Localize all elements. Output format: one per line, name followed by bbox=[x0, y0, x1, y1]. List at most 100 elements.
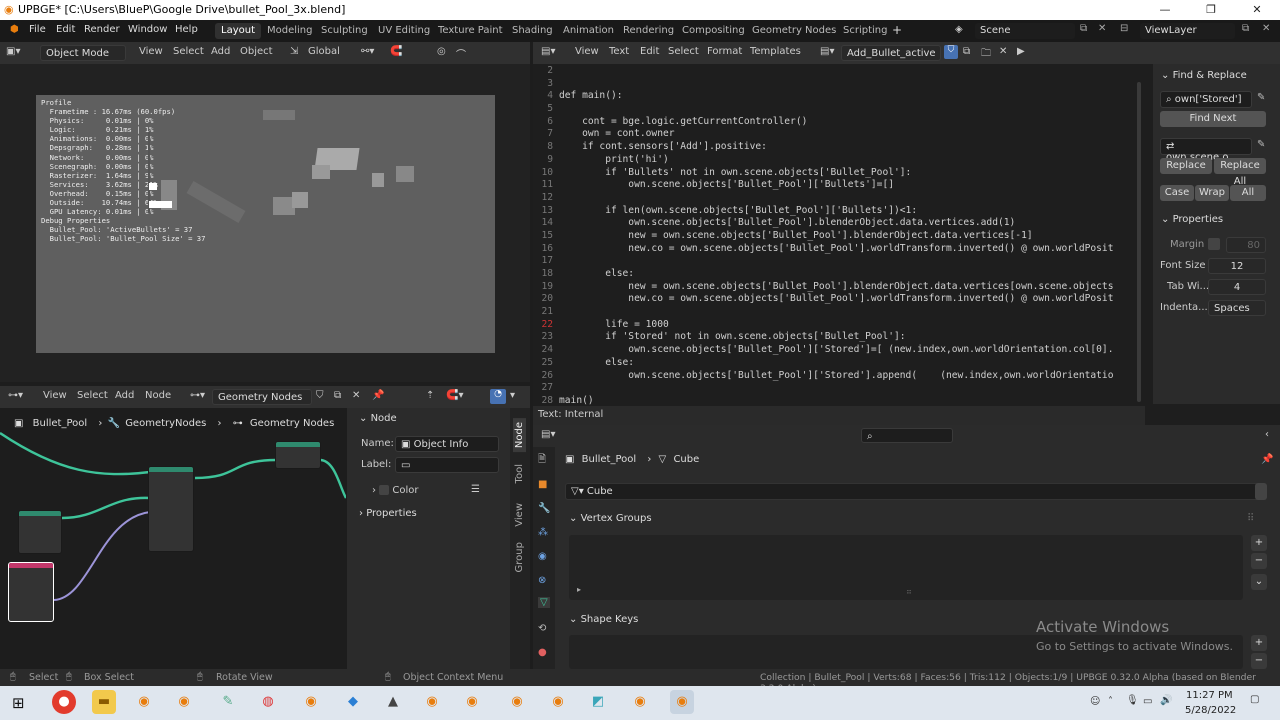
mesh-data-tab-icon[interactable]: ▽ bbox=[538, 597, 550, 608]
app-taskbar-icon[interactable]: ◆ bbox=[341, 690, 365, 714]
font-size-field[interactable]: 12 bbox=[1208, 258, 1266, 274]
scene-remove-icon[interactable]: ✕ bbox=[1098, 23, 1106, 34]
tab-view[interactable]: View bbox=[513, 499, 526, 531]
code-scrollbar[interactable] bbox=[1137, 82, 1141, 402]
replace-all-button[interactable]: Replace All bbox=[1214, 158, 1266, 187]
unlink-text-icon[interactable]: ✕ bbox=[999, 46, 1007, 57]
volume-icon[interactable]: 🔊 bbox=[1160, 695, 1172, 706]
open-text-icon[interactable]: 🗀 bbox=[981, 46, 991, 63]
editor-type-icon[interactable]: ▤▾ bbox=[541, 429, 555, 440]
color-subpanel[interactable]: › Color bbox=[372, 485, 418, 496]
tab-width-field[interactable]: 4 bbox=[1208, 279, 1266, 295]
tab-animation[interactable]: Animation bbox=[557, 23, 620, 39]
tab-layout[interactable]: Layout bbox=[215, 23, 261, 39]
replace-eyedropper-icon[interactable]: ✎ bbox=[1257, 139, 1265, 150]
tab-geometry-nodes[interactable]: Geometry Nodes bbox=[746, 23, 842, 39]
blender-taskbar-icon-active[interactable]: ◉ bbox=[670, 690, 694, 714]
node-menu-select[interactable]: Select bbox=[77, 390, 108, 401]
blender-taskbar-icon[interactable]: ◉ bbox=[460, 690, 484, 714]
falloff-icon[interactable]: ⌒ bbox=[456, 46, 466, 61]
node-snap-icon[interactable]: 🧲▾ bbox=[446, 390, 463, 401]
menu-window[interactable]: Window bbox=[128, 24, 167, 35]
object-tab-icon[interactable]: ■ bbox=[538, 479, 547, 490]
constraints-tab-icon[interactable]: ⊗ bbox=[538, 575, 546, 586]
tab-texture-paint[interactable]: Texture Paint bbox=[432, 23, 509, 39]
node-fake-user-icon[interactable]: ⛉ bbox=[316, 390, 324, 401]
node-name-field[interactable]: ▣ Object Info bbox=[395, 436, 499, 452]
transform-orientation-icon[interactable]: ⇲ bbox=[290, 46, 298, 57]
remove-shape-key-button[interactable]: − bbox=[1251, 653, 1267, 669]
snap-icon[interactable]: 🧲 bbox=[390, 46, 402, 57]
tab-node[interactable]: Node bbox=[513, 418, 526, 453]
network-icon[interactable]: ▭ bbox=[1143, 696, 1152, 707]
tab-tool[interactable]: Tool bbox=[513, 460, 526, 487]
pin-icon[interactable]: 📌 bbox=[372, 390, 384, 401]
editor-type-icon[interactable]: ⊶▾ bbox=[8, 390, 23, 401]
text-menu-view[interactable]: View bbox=[575, 46, 599, 57]
text-datablock-name[interactable]: Add_Bullet_active bbox=[841, 45, 941, 61]
text-menu-templates[interactable]: Templates bbox=[750, 46, 801, 57]
vertex-groups-panel-title[interactable]: ⌄ Vertex Groups bbox=[569, 513, 652, 524]
properties-search[interactable]: ⌕ bbox=[861, 428, 953, 443]
viewport-menu-select[interactable]: Select bbox=[173, 46, 204, 57]
game-render-view[interactable]: Profile Frametime : 16.67ms (60.0fps) Ph… bbox=[36, 95, 495, 353]
file-explorer-icon[interactable]: ▬ bbox=[92, 690, 116, 714]
margin-checkbox[interactable] bbox=[1208, 238, 1220, 250]
node-tree-name[interactable]: Geometry Nodes bbox=[212, 389, 312, 405]
scene-copy-icon[interactable]: ⧉ bbox=[1080, 23, 1087, 34]
list-expand-icon[interactable]: ▸ bbox=[577, 585, 581, 594]
tab-rendering[interactable]: Rendering bbox=[617, 23, 680, 39]
add-shape-key-button[interactable]: + bbox=[1251, 635, 1267, 651]
blender-taskbar-icon[interactable]: ◉ bbox=[420, 690, 444, 714]
node-menu-view[interactable]: View bbox=[43, 390, 67, 401]
mesh-browse-icon[interactable]: ▽▾ bbox=[571, 486, 587, 497]
view-layer-copy-icon[interactable]: ⧉ bbox=[1242, 23, 1249, 34]
tab-uv-editing[interactable]: UV Editing bbox=[372, 23, 436, 39]
wrap-around-toggle[interactable]: Wrap bbox=[1195, 185, 1229, 201]
fake-user-icon[interactable]: ⛉ bbox=[944, 45, 958, 59]
vertex-groups-list[interactable]: ▸ ⠶ bbox=[569, 535, 1243, 600]
microphone-icon[interactable]: 🎙 bbox=[1126, 695, 1139, 706]
blender-taskbar-icon[interactable]: ◉ bbox=[132, 690, 156, 714]
properties-subpanel[interactable]: › Properties bbox=[359, 508, 417, 519]
blender-taskbar-icon[interactable]: ◉ bbox=[546, 690, 570, 714]
viewport-menu-add[interactable]: Add bbox=[211, 46, 230, 57]
transform-node[interactable] bbox=[148, 466, 194, 552]
text-menu-format[interactable]: Format bbox=[707, 46, 742, 57]
object-info-node[interactable] bbox=[8, 562, 54, 622]
taskbar-app-icon[interactable]: ● bbox=[52, 690, 76, 714]
node-menu-add[interactable]: Add bbox=[115, 390, 134, 401]
match-case-toggle[interactable]: Case bbox=[1160, 185, 1194, 201]
overlays-dropdown-icon[interactable]: ▾ bbox=[510, 390, 515, 401]
tab-scripting[interactable]: Scripting bbox=[837, 23, 893, 39]
view-layer-remove-icon[interactable]: ✕ bbox=[1262, 23, 1270, 34]
blender-menu-icon[interactable]: ⬢ bbox=[10, 24, 19, 35]
pin-icon[interactable]: 📌 bbox=[1261, 454, 1273, 465]
add-workspace-button[interactable]: + bbox=[892, 23, 902, 37]
vertex-group-specials-button[interactable]: ⌄ bbox=[1251, 574, 1267, 590]
group-output-node[interactable] bbox=[275, 441, 321, 469]
indentation-dropdown[interactable]: Spaces bbox=[1208, 300, 1266, 316]
app-taskbar-icon[interactable]: ▲ bbox=[381, 690, 405, 714]
chrome-icon[interactable]: ◍ bbox=[256, 690, 280, 714]
text-menu-text[interactable]: Text bbox=[609, 46, 629, 57]
find-replace-panel-title[interactable]: ⌄ Find & Replace bbox=[1161, 70, 1247, 81]
panel-grip-icon[interactable]: ⠿ bbox=[1247, 513, 1254, 524]
node-label-field[interactable]: ▭ bbox=[395, 457, 499, 473]
add-vertex-group-button[interactable]: + bbox=[1251, 535, 1267, 551]
overlays-icon[interactable]: ◔ bbox=[490, 389, 506, 404]
find-next-button[interactable]: Find Next bbox=[1160, 111, 1266, 127]
node-unlink-icon[interactable]: ✕ bbox=[352, 390, 360, 401]
node-duplicate-icon[interactable]: ⧉ bbox=[334, 390, 341, 401]
viewport-menu-object[interactable]: Object bbox=[240, 46, 273, 57]
mesh-node[interactable] bbox=[18, 510, 62, 554]
list-resize-handle[interactable]: ⠶ bbox=[906, 587, 912, 596]
notifications-icon[interactable]: ▢ bbox=[1250, 694, 1259, 705]
view-layer-selector[interactable]: ViewLayer bbox=[1140, 23, 1235, 39]
menu-file[interactable]: File bbox=[29, 24, 46, 35]
blender-taskbar-icon[interactable]: ◉ bbox=[628, 690, 652, 714]
text-menu-select[interactable]: Select bbox=[668, 46, 699, 57]
tab-modeling[interactable]: Modeling bbox=[261, 23, 319, 39]
viewport-menu-view[interactable]: View bbox=[139, 46, 163, 57]
tray-chevron-up-icon[interactable]: ˄ bbox=[1108, 696, 1113, 707]
